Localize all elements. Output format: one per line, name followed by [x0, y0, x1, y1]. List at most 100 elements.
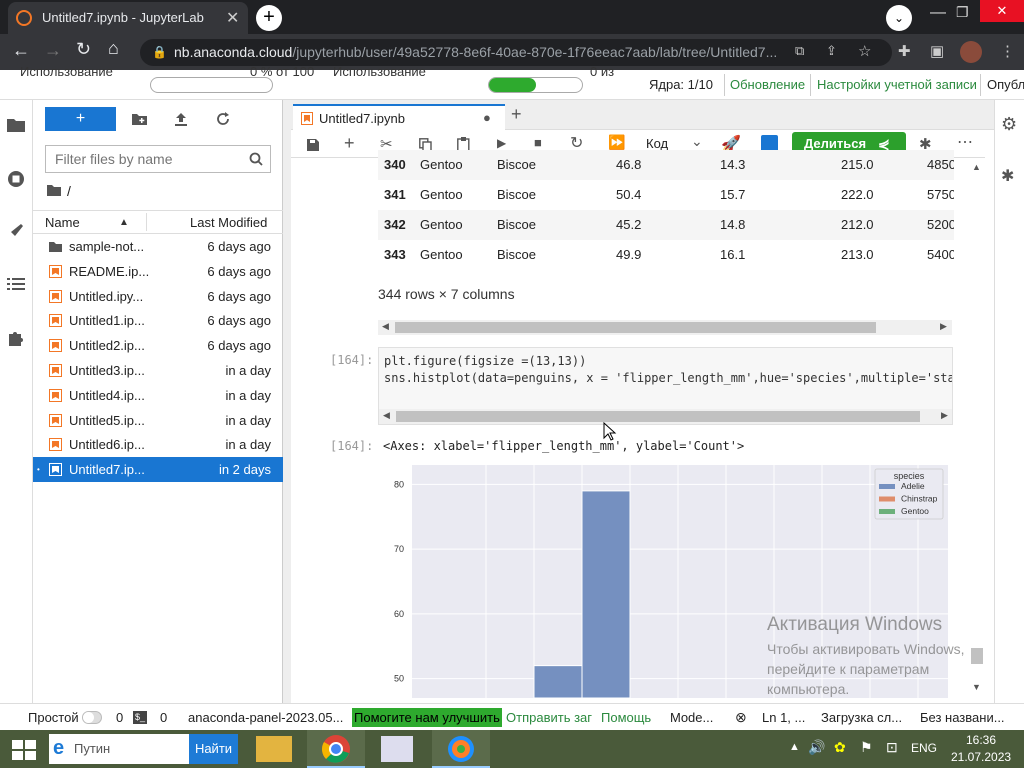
sidepanel-icon[interactable]: ▣: [930, 42, 944, 60]
file-list-item[interactable]: Untitled5.ip... in a day: [33, 408, 283, 433]
notebook-vertical-scrollbar[interactable]: ▲ ▼: [970, 158, 984, 695]
update-link[interactable]: Обновление: [730, 77, 805, 92]
share-page-icon[interactable]: ⇪: [826, 43, 837, 59]
panel-splitter[interactable]: [283, 100, 291, 703]
restart-run-all-icon[interactable]: ⏩: [608, 134, 625, 151]
new-tab-button[interactable]: +: [256, 5, 282, 31]
close-tab-icon[interactable]: ✕: [226, 8, 239, 28]
column-modified-header[interactable]: Last Modified: [190, 215, 267, 230]
shield-icon[interactable]: ⊗: [735, 704, 747, 731]
property-inspector-gear-icon[interactable]: ⚙: [1001, 114, 1017, 135]
send-feedback-link[interactable]: Отправить заг: [506, 704, 592, 731]
file-list-item[interactable]: Untitled1.ip... 6 days ago: [33, 308, 283, 333]
extension-puzzle-icon[interactable]: [7, 329, 25, 347]
terminal-icon[interactable]: $_: [133, 711, 147, 724]
extensions-icon[interactable]: ✚: [898, 42, 911, 60]
run-cell-icon[interactable]: ▶: [497, 136, 506, 150]
translate-icon[interactable]: ⧉: [795, 43, 804, 59]
volume-icon[interactable]: 🔊: [808, 739, 825, 756]
debugger-bug-icon[interactable]: ✱: [1001, 166, 1014, 186]
insert-cell-icon[interactable]: +: [344, 133, 355, 154]
forward-icon[interactable]: →: [44, 40, 62, 61]
file-name: sample-not...: [69, 239, 145, 254]
file-list-item[interactable]: Untitled2.ip... 6 days ago: [33, 333, 283, 358]
reload-icon[interactable]: ↻: [76, 39, 91, 60]
file-list-item[interactable]: Untitled4.ip... in a day: [33, 383, 283, 408]
unsaved-dot-icon[interactable]: ●: [483, 110, 491, 125]
account-settings-link[interactable]: Настройки учетной записи: [817, 77, 977, 92]
new-launcher-button[interactable]: +: [45, 107, 116, 131]
notebook-file-icon: [49, 264, 62, 278]
file-list-item[interactable]: • Untitled7.ip... in 2 days: [33, 457, 283, 483]
help-link[interactable]: Помощь: [601, 704, 651, 731]
clock-time[interactable]: 16:36: [966, 733, 996, 747]
profile-avatar[interactable]: [960, 41, 982, 63]
help-improve-button[interactable]: Помогите нам улучшить: [352, 708, 502, 727]
filter-files-input[interactable]: [46, 146, 246, 172]
notebook-file-icon: [49, 388, 62, 402]
address-bar[interactable]: 🔒 nb.anaconda.cloud/jupyterhub/user/49a5…: [140, 39, 892, 66]
file-name: README.ip...: [69, 263, 150, 279]
chrome-taskbar-button[interactable]: [307, 730, 365, 768]
file-name: Untitled6.ip...: [69, 437, 145, 453]
taskbar-search-box[interactable]: e Путин: [49, 734, 189, 764]
bookmark-star-icon[interactable]: ☆: [858, 42, 871, 60]
cell-type-chevron-icon[interactable]: ⌄: [691, 133, 703, 150]
home-icon[interactable]: ⌂: [108, 38, 119, 59]
code-cell-editor[interactable]: plt.figure(figsize =(13,13)) sns.histplo…: [378, 347, 953, 425]
system-monitor-taskbar-icon[interactable]: [381, 736, 413, 762]
flag-icon[interactable]: ⚑: [860, 739, 873, 756]
restore-icon[interactable]: ❐: [956, 4, 969, 21]
file-list-item[interactable]: Untitled3.ip... in a day: [33, 358, 283, 383]
publish-link[interactable]: Опубл: [987, 77, 1024, 92]
url-host: nb.anaconda.cloud: [174, 44, 293, 60]
status-cursor-position[interactable]: Ln 1, ...: [762, 704, 805, 731]
taskbar-find-button[interactable]: Найти: [189, 734, 238, 764]
close-window-button[interactable]: ✕: [980, 0, 1024, 22]
back-icon[interactable]: ←: [12, 40, 30, 61]
dataframe-cell-island: Biscoe: [497, 157, 537, 172]
tab-search-button[interactable]: ⌄: [886, 5, 912, 31]
more-options-icon[interactable]: ⋯: [957, 132, 973, 152]
clock-date[interactable]: 21.07.2023: [951, 750, 1011, 764]
tray-app-icon[interactable]: ✿: [834, 739, 846, 756]
simple-mode-toggle[interactable]: [82, 711, 102, 724]
new-folder-icon[interactable]: [132, 113, 147, 125]
dataframe-cell-species: Gentoo: [420, 157, 463, 172]
histogram-bar: [533, 665, 583, 698]
tray-chevron-icon[interactable]: ▲: [789, 741, 800, 753]
file-explorer-taskbar-icon[interactable]: [256, 736, 292, 762]
breadcrumb-folder-icon[interactable]: [47, 185, 61, 196]
status-mode-indicator[interactable]: Mode...: [670, 704, 713, 731]
network-icon[interactable]: ⊡: [886, 739, 898, 756]
running-kernels-icon[interactable]: [7, 170, 25, 188]
browser-menu-icon[interactable]: ⋮: [1000, 42, 1015, 60]
code-horizontal-scrollbar[interactable]: ◀ ▶: [379, 409, 952, 424]
upload-icon[interactable]: [174, 112, 188, 126]
file-list-item[interactable]: Untitled6.ip... in a day: [33, 432, 283, 457]
toc-list-icon[interactable]: [7, 277, 25, 291]
folder-icon[interactable]: [7, 117, 25, 132]
file-list-item[interactable]: sample-not... 6 days ago: [33, 234, 283, 259]
minimize-icon[interactable]: —: [930, 4, 946, 22]
save-icon[interactable]: [307, 139, 319, 151]
output-text: <Axes: xlabel='flipper_length_mm', ylabe…: [383, 439, 745, 453]
add-tab-icon[interactable]: +: [511, 104, 522, 125]
windows-start-icon[interactable]: [12, 740, 36, 760]
breadcrumb-path[interactable]: /: [67, 183, 71, 199]
file-list-item[interactable]: README.ip... 6 days ago: [33, 259, 283, 284]
language-indicator[interactable]: ENG: [911, 741, 937, 755]
rocket-icon[interactable]: [7, 222, 25, 240]
notebook-tab[interactable]: Untitled7.ipynb ●: [293, 104, 505, 131]
column-name-header[interactable]: Name: [45, 215, 80, 230]
sort-ascending-icon[interactable]: ▲: [119, 217, 129, 228]
refresh-icon[interactable]: [216, 112, 230, 126]
interrupt-kernel-icon[interactable]: ■: [534, 135, 542, 150]
cell-type-select[interactable]: Код: [646, 136, 668, 151]
browser-tab[interactable]: Untitled7.ipynb - JupyterLab ✕: [8, 2, 248, 34]
file-modified: in a day: [225, 363, 271, 378]
file-list-item[interactable]: Untitled.ipy... 6 days ago: [33, 284, 283, 309]
horizontal-scrollbar-output[interactable]: ◀ ▶: [378, 320, 952, 335]
app-taskbar-button[interactable]: [432, 730, 490, 768]
url-path: /jupyterhub/user/49a52778-8e6f-40ae-870e…: [292, 44, 778, 60]
